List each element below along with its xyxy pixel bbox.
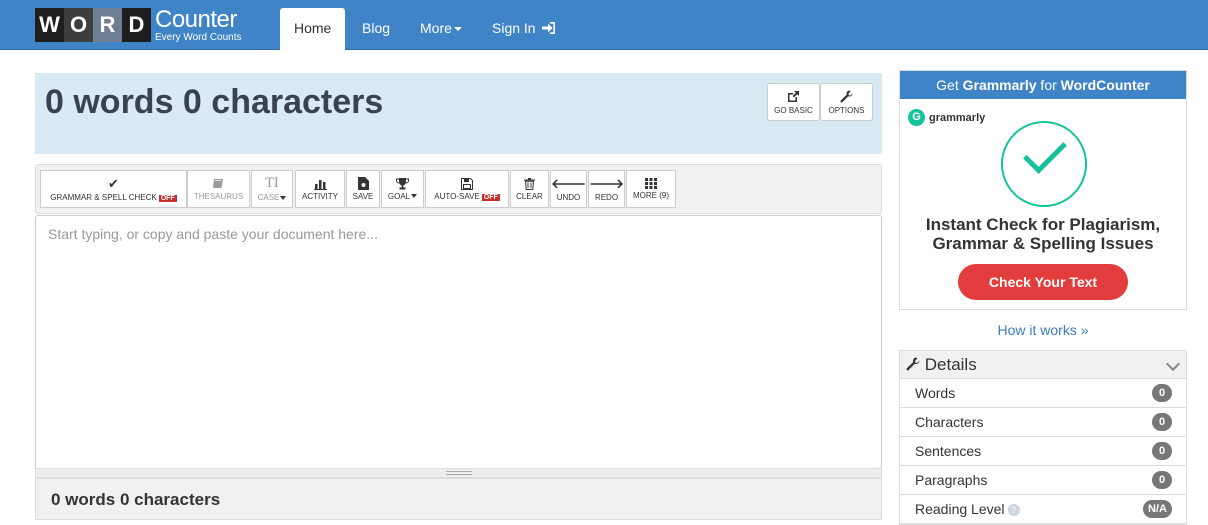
logo-word: Counter xyxy=(155,5,237,33)
ad-header: Get Grammarly for WordCounter xyxy=(900,71,1186,99)
grammar-off-badge: OFF xyxy=(158,195,177,202)
wordcounter-logo[interactable]: W O R D Counter Every Word Counts xyxy=(35,5,242,43)
editor-toolbar: ✔ GRAMMAR & SPELL CHECK OFF THESAURUS TI … xyxy=(35,164,882,214)
top-navbar: W O R D Counter Every Word Counts Home B… xyxy=(0,0,1208,50)
arrow-left-icon: 🡐 xyxy=(551,176,586,191)
thesaurus-button[interactable]: THESAURUS xyxy=(187,170,250,208)
help-icon[interactable]: ? xyxy=(1007,504,1020,517)
trash-icon xyxy=(524,177,535,190)
auto-save-button[interactable]: AUTO-SAVE OFF xyxy=(425,170,509,208)
nav-sign-in[interactable]: Sign In xyxy=(492,8,556,50)
document-textarea[interactable]: Start typing, or copy and paste your doc… xyxy=(35,215,882,469)
wrench-icon xyxy=(840,89,853,102)
caret-down-icon xyxy=(280,195,287,200)
logo-letter: W xyxy=(35,8,64,42)
sign-in-icon xyxy=(542,22,556,34)
detail-row-paragraphs: Paragraphs 0 xyxy=(900,466,1186,495)
detail-row-reading-level: Reading Level? N/A xyxy=(900,495,1186,524)
checkmark-icon: ✔ xyxy=(108,176,119,191)
file-icon xyxy=(357,177,369,190)
editor-placeholder: Start typing, or copy and paste your doc… xyxy=(48,226,378,242)
how-it-works-link[interactable]: How it works » xyxy=(899,322,1187,338)
redo-button[interactable]: 🡒 REDO xyxy=(588,170,625,208)
case-dropdown[interactable]: TI CASE xyxy=(251,170,293,208)
autosave-off-badge: OFF xyxy=(481,193,500,201)
editor-resize-handle[interactable] xyxy=(35,468,882,478)
detail-row-words: Words 0 xyxy=(900,379,1186,408)
grip-icon xyxy=(446,471,472,475)
more-tools-button[interactable]: MORE (9) xyxy=(626,170,676,208)
bottom-count-bar: 0 words 0 characters xyxy=(35,478,882,520)
count-badge: 0 xyxy=(1152,384,1172,402)
bottom-word-count: 0 words 0 characters xyxy=(51,490,221,509)
logo-tagline: Every Word Counts xyxy=(155,31,242,43)
chevron-down-icon[interactable] xyxy=(1165,356,1181,372)
goal-dropdown[interactable]: GOAL xyxy=(381,170,424,208)
count-badge: 0 xyxy=(1152,442,1172,460)
text-case-icon: TI xyxy=(265,176,279,191)
grammarly-icon: G xyxy=(908,109,925,126)
nav-more-dropdown[interactable]: More xyxy=(420,8,462,50)
book-icon xyxy=(213,178,223,188)
grammarly-logo: G grammarly xyxy=(908,109,985,126)
check-circle-icon xyxy=(1001,121,1087,207)
save-button[interactable]: SAVE xyxy=(346,170,380,208)
clear-button[interactable]: CLEAR xyxy=(510,170,549,208)
word-count-panel: 0 words 0 characters GO BASIC OPTIONS xyxy=(35,73,882,154)
grammar-check-button[interactable]: ✔ GRAMMAR & SPELL CHECK OFF xyxy=(40,170,187,208)
count-badge: 0 xyxy=(1152,471,1172,489)
logo-letter: R xyxy=(93,8,122,42)
grid-icon xyxy=(645,178,657,189)
external-link-icon xyxy=(788,90,799,102)
details-panel: Details Words 0 Characters 0 Sentences 0 Pa… xyxy=(899,350,1187,525)
arrow-right-icon: 🡒 xyxy=(589,176,624,191)
nav-home[interactable]: Home xyxy=(280,8,346,50)
wrench-icon xyxy=(906,357,920,371)
caret-down-icon xyxy=(411,194,418,199)
bar-chart-icon xyxy=(313,179,327,190)
undo-button[interactable]: 🡐 UNDO xyxy=(550,170,587,208)
check-your-text-button[interactable]: Check Your Text xyxy=(958,264,1128,300)
activity-button[interactable]: ACTIVITY xyxy=(295,170,345,208)
count-badge: 0 xyxy=(1152,413,1172,431)
logo-letter: O xyxy=(64,8,93,42)
detail-row-characters: Characters 0 xyxy=(900,408,1186,437)
details-header[interactable]: Details xyxy=(900,351,1186,379)
go-basic-button[interactable]: GO BASIC xyxy=(767,83,820,121)
floppy-disk-icon xyxy=(461,177,473,190)
caret-down-icon xyxy=(453,27,462,32)
word-count-title: 0 words 0 characters xyxy=(45,83,384,121)
grammarly-ad[interactable]: Get Grammarly for WordCounter G grammarl… xyxy=(899,70,1187,310)
logo-letter: D xyxy=(122,8,151,42)
trophy-icon xyxy=(396,177,409,189)
options-button[interactable]: OPTIONS xyxy=(820,83,873,121)
nav-blog[interactable]: Blog xyxy=(362,8,390,50)
count-badge: N/A xyxy=(1143,500,1172,518)
detail-row-sentences: Sentences 0 xyxy=(900,437,1186,466)
ad-headline: Instant Check for Plagiarism, Grammar & … xyxy=(925,215,1161,253)
details-title: Details xyxy=(924,355,977,374)
